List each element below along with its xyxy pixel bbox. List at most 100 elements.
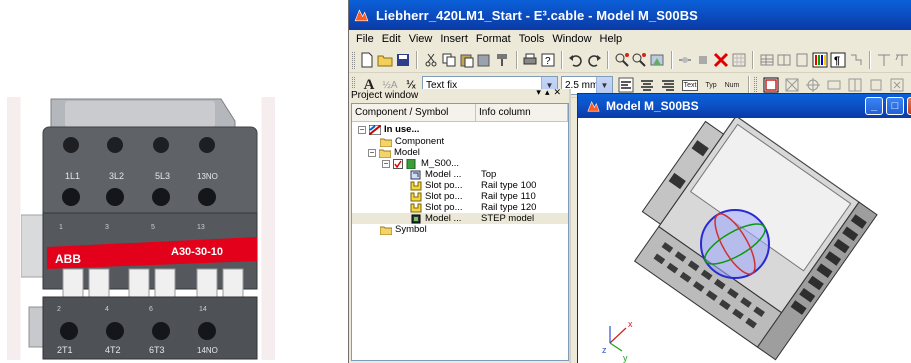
menu-format[interactable]: Format: [472, 33, 515, 45]
menu-file[interactable]: File: [352, 33, 378, 45]
tree-label: In use...: [384, 124, 420, 135]
toolbar-separator: [670, 51, 673, 69]
tree-info: Rail type 110: [481, 191, 536, 202]
tree-row[interactable]: Slot po... Rail type 100: [352, 180, 568, 191]
num-button[interactable]: Num: [721, 75, 743, 95]
page-icon[interactable]: [794, 50, 811, 70]
tree-row[interactable]: Model ... Top: [352, 169, 568, 180]
number-6: 6: [149, 306, 153, 313]
column-header-info[interactable]: Info column: [476, 104, 568, 121]
tree-label: Symbol: [395, 224, 427, 235]
paste-special-icon[interactable]: [476, 50, 493, 70]
app-window: Liebherr_420LM1_Start - E³.cable - Model…: [348, 0, 911, 363]
split-icon[interactable]: [845, 75, 865, 95]
checkbox-icon[interactable]: [393, 158, 403, 169]
minimize-button[interactable]: _: [865, 97, 883, 115]
tree-row-selected[interactable]: Model ... STEP model: [352, 213, 568, 224]
collapse-icon[interactable]: −: [368, 148, 376, 157]
box-icon[interactable]: [866, 75, 886, 95]
pin-icon[interactable]: ▾▴✕: [536, 87, 565, 98]
print-icon[interactable]: [522, 50, 539, 70]
open-folder-icon: [379, 149, 391, 158]
delete-icon[interactable]: [712, 50, 729, 70]
paragraph-icon[interactable]: ¶: [830, 50, 847, 70]
menu-view[interactable]: View: [405, 33, 437, 45]
model-view-icon: [410, 170, 421, 179]
select-frame-icon[interactable]: [761, 75, 781, 95]
maximize-button[interactable]: □: [886, 97, 904, 115]
slot-icon: [410, 181, 422, 190]
standard-toolbar: ? ¶: [349, 48, 911, 73]
number-13: 13: [197, 224, 205, 231]
collapse-icon[interactable]: −: [382, 159, 390, 168]
align-right-icon[interactable]: [658, 75, 678, 95]
target-icon[interactable]: [803, 75, 823, 95]
collapse-icon[interactable]: −: [358, 125, 366, 134]
model-window: Model M_S00BS _ □ ✕: [577, 93, 911, 363]
rectangle-icon[interactable]: [824, 75, 844, 95]
table-icon[interactable]: [758, 50, 775, 70]
number-5: 5: [151, 224, 155, 231]
axis-label-x: x: [628, 319, 633, 329]
tree-label: Model ...: [425, 169, 462, 180]
x-box-icon[interactable]: [887, 75, 907, 95]
project-window-header: Project window ▾▴✕: [349, 87, 569, 101]
tree-row[interactable]: Component: [352, 136, 568, 147]
connect-icon[interactable]: [677, 50, 694, 70]
zoom-in-icon[interactable]: [613, 50, 630, 70]
menu-tools[interactable]: Tools: [515, 33, 549, 45]
open-folder-icon[interactable]: [377, 50, 394, 70]
typ-button-label: Typ: [705, 81, 717, 89]
cross-frame-icon[interactable]: [782, 75, 802, 95]
copy-icon[interactable]: [440, 50, 457, 70]
chevron-down-icon[interactable]: ▼: [596, 76, 612, 94]
cut-icon[interactable]: [422, 50, 439, 70]
terminal-label-13no: 13NO: [197, 172, 218, 181]
model-window-title: Model M_S00BS: [606, 99, 699, 113]
close-button[interactable]: ✕: [907, 97, 911, 115]
grid-icon[interactable]: [730, 50, 747, 70]
new-file-icon[interactable]: [359, 50, 376, 70]
zoom-window-icon[interactable]: [649, 50, 666, 70]
typ-button[interactable]: Typ: [702, 75, 720, 95]
symbol-icon[interactable]: [847, 50, 864, 70]
align-left-icon[interactable]: [616, 75, 636, 95]
move-icon[interactable]: [695, 50, 712, 70]
tree-info: Top: [481, 169, 497, 180]
axis-label-z: z: [602, 345, 607, 355]
redo-icon[interactable]: [585, 50, 602, 70]
menu-window[interactable]: Window: [548, 33, 595, 45]
help-icon[interactable]: ?: [540, 50, 557, 70]
menu-insert[interactable]: Insert: [436, 33, 472, 45]
format-painter-icon[interactable]: [494, 50, 511, 70]
menu-help[interactable]: Help: [596, 33, 627, 45]
save-icon[interactable]: [395, 50, 412, 70]
tree-row[interactable]: − M_S00...: [352, 158, 568, 169]
tree-row[interactable]: − In use...: [352, 124, 568, 135]
toolbar-grip[interactable]: [754, 76, 757, 94]
number-3: 3: [105, 224, 109, 231]
text-button[interactable]: Text: [679, 75, 701, 95]
toolbar-separator: [748, 76, 750, 94]
dimension-icon[interactable]: [875, 50, 892, 70]
menu-edit[interactable]: Edit: [378, 33, 405, 45]
toolbar-grip[interactable]: [352, 51, 355, 69]
zoom-out-icon[interactable]: [631, 50, 648, 70]
layout-icon[interactable]: [776, 50, 793, 70]
tree-row[interactable]: Slot po... Rail type 110: [352, 191, 568, 202]
project-window-title: Project window: [351, 89, 419, 101]
undo-icon[interactable]: [567, 50, 584, 70]
column-header-component[interactable]: Component / Symbol: [352, 104, 476, 121]
model-window-titlebar[interactable]: Model M_S00BS _ □ ✕: [578, 94, 911, 118]
axis-label-y: y: [623, 353, 628, 363]
paste-icon[interactable]: [458, 50, 475, 70]
tree-row[interactable]: − Model: [352, 147, 568, 158]
align-center-icon[interactable]: [637, 75, 657, 95]
tree-row[interactable]: Slot po... Rail type 120: [352, 202, 568, 213]
dimension2-icon[interactable]: [893, 50, 910, 70]
terminal-label-2t1: 2T1: [57, 345, 73, 355]
color-bars-icon[interactable]: [812, 50, 829, 70]
3d-viewport[interactable]: x z y: [578, 115, 911, 363]
tree-row[interactable]: Symbol: [352, 224, 568, 235]
title-bar[interactable]: Liebherr_420LM1_Start - E³.cable - Model…: [349, 0, 911, 30]
